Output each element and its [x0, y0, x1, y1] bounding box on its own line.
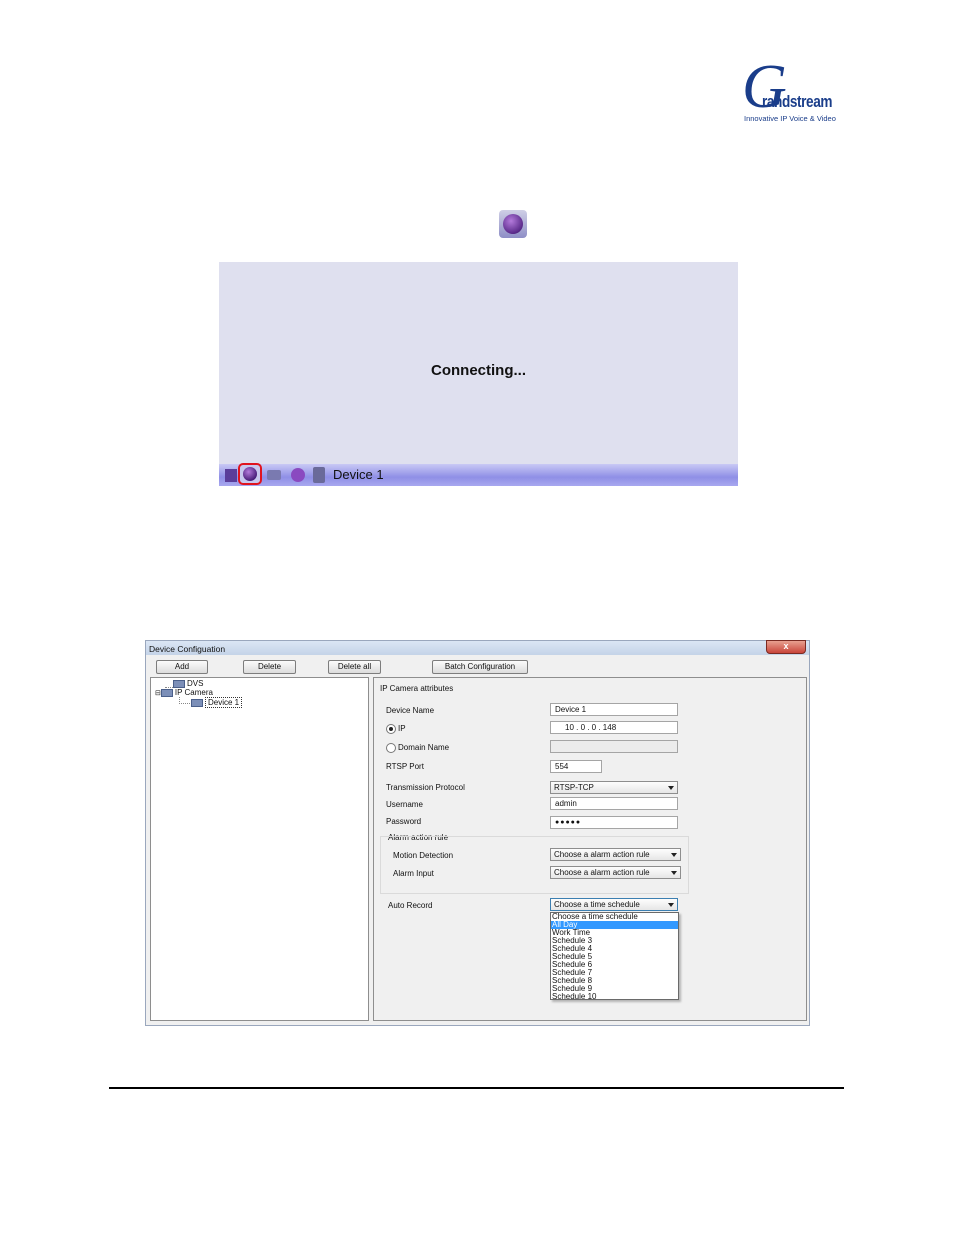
username-input[interactable]: admin — [550, 797, 678, 810]
live-view-toolbar: Device 1 — [219, 463, 738, 486]
tree-node-label: Device 1 — [205, 697, 243, 708]
add-button[interactable]: Add — [156, 660, 208, 674]
domain-name-label: Domain Name — [398, 743, 450, 753]
username-label: Username — [386, 800, 423, 809]
auto-record-select[interactable]: Choose a time schedule — [550, 898, 678, 911]
stop-icon[interactable] — [225, 469, 237, 482]
logo-tagline: Innovative IP Voice & Video — [744, 114, 836, 123]
camera-icon — [191, 698, 203, 707]
record-dot — [503, 214, 523, 234]
page-footer-rule — [109, 1087, 844, 1089]
device-configuration-window: Device Configuation x Add Delete Delete … — [145, 640, 810, 1026]
speaker-icon[interactable] — [313, 467, 325, 483]
select-value: Choose a time schedule — [554, 900, 640, 909]
domain-name-option[interactable]: Domain Name — [386, 743, 449, 753]
chevron-down-icon — [671, 853, 677, 857]
attributes-header: IP Camera attributes — [380, 684, 454, 693]
record-button[interactable] — [238, 463, 262, 485]
record-icon — [499, 210, 527, 238]
ip-camera-attributes-panel: IP Camera attributes Device Name Device … — [373, 677, 807, 1021]
grandstream-logo: G randstream Innovative IP Voice & Video — [740, 56, 840, 128]
device-label: Device 1 — [333, 467, 384, 482]
alarm-input-select[interactable]: Choose a alarm action rule — [550, 866, 681, 879]
logo-word: randstream — [762, 92, 833, 111]
schedule-dropdown-list[interactable]: Choose a time schedule All Day Work Time Sc… — [550, 912, 679, 1001]
password-label: Password — [386, 817, 422, 826]
tree-node-label: DVS — [187, 679, 204, 688]
snapshot-icon[interactable] — [267, 470, 281, 480]
close-button[interactable]: x — [766, 640, 806, 654]
select-value: Choose a alarm action rule — [554, 868, 650, 877]
select-value: Choose a alarm action rule — [554, 850, 650, 859]
alarm-input-label: Alarm Input — [393, 869, 434, 878]
transmission-protocol-label: Transmission Protocol — [386, 783, 465, 792]
chevron-down-icon — [668, 903, 674, 907]
password-input[interactable]: ●●●●● — [550, 816, 678, 829]
tree-node-dvs[interactable]: DVS — [173, 679, 203, 688]
domain-name-input — [550, 740, 678, 753]
ip-label: IP — [398, 724, 406, 734]
connecting-status: Connecting... — [431, 362, 526, 379]
title-bar: Device Configuation x — [146, 640, 809, 655]
ip-address-input[interactable]: 10 . 0 . 0 . 148 — [550, 721, 678, 734]
delete-button[interactable]: Delete — [243, 660, 296, 674]
ip-option[interactable]: IP — [386, 724, 406, 734]
tree-node-ip-camera[interactable]: ⊟ IP Camera — [155, 688, 213, 697]
device-name-input[interactable]: Device 1 — [550, 703, 678, 716]
window-title: Device Configuation — [149, 644, 226, 654]
chevron-down-icon — [668, 786, 674, 790]
ptz-icon[interactable] — [291, 468, 305, 482]
rtsp-port-input[interactable]: 554 — [550, 760, 602, 773]
live-view-panel: Connecting... Device 1 — [219, 262, 738, 486]
domain-radio[interactable] — [386, 743, 396, 753]
rtsp-port-label: RTSP Port — [386, 762, 424, 771]
dvs-icon — [173, 679, 185, 688]
delete-all-button[interactable]: Delete all — [328, 660, 381, 674]
device-tree: DVS ⊟ IP Camera Device 1 — [150, 677, 369, 1021]
motion-detection-select[interactable]: Choose a alarm action rule — [550, 848, 681, 861]
camera-group-icon — [160, 688, 173, 697]
device-name-label: Device Name — [386, 706, 435, 715]
chevron-down-icon — [671, 871, 677, 875]
auto-record-label: Auto Record — [388, 901, 433, 910]
tree-node-label: IP Camera — [174, 688, 213, 697]
tree-node-device-1[interactable]: Device 1 — [191, 697, 243, 708]
alarm-action-rule-group — [380, 836, 689, 894]
schedule-option[interactable]: Schedule 10 — [551, 993, 678, 1001]
record-icon — [243, 467, 257, 481]
motion-detection-label: Motion Detection — [393, 851, 454, 860]
ip-radio[interactable] — [386, 724, 396, 734]
batch-configuration-button[interactable]: Batch Configuration — [432, 660, 528, 674]
select-value: RTSP-TCP — [554, 783, 594, 792]
transmission-protocol-select[interactable]: RTSP-TCP — [550, 781, 678, 794]
